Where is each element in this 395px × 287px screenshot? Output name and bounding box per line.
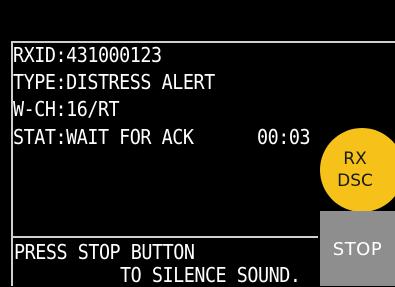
type-text: TYPE:DISTRESS ALERT [13, 70, 215, 94]
rx-dsc-label-line2: DSC [337, 171, 373, 191]
stop-button-label: STOP [332, 239, 383, 260]
rxid-text: RXID:431000123 [13, 43, 162, 67]
status-text: STAT:WAIT FOR ACK [13, 125, 194, 149]
instruction-line-2: TO SILENCE SOUND. [120, 263, 301, 287]
elapsed-timer: 00:03 [257, 125, 311, 149]
working-channel-text: W-CH:16/RT [13, 97, 120, 121]
rx-dsc-label-line1: RX [343, 149, 367, 169]
stop-button[interactable]: STOP [320, 211, 395, 286]
instruction-line-1: PRESS STOP BUTTON [14, 240, 195, 264]
rx-dsc-indicator: RX DSC [320, 128, 395, 212]
